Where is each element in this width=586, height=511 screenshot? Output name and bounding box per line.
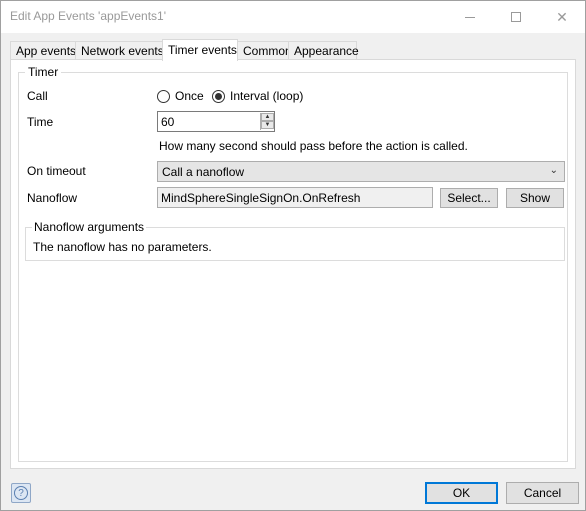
on-timeout-value: Call a nanoflow <box>162 165 245 179</box>
ok-button[interactable]: OK <box>425 482 498 504</box>
spin-up-icon[interactable]: ▲ <box>261 113 274 121</box>
call-once-radio[interactable] <box>157 90 170 103</box>
select-nanoflow-button[interactable]: Select... <box>440 188 498 208</box>
dialog-window: Edit App Events 'appEvents1' ✕ App event… <box>0 0 586 511</box>
time-label: Time <box>27 115 54 129</box>
window-title: Edit App Events 'appEvents1' <box>10 9 167 23</box>
call-once-label[interactable]: Once <box>175 89 204 103</box>
help-icon: ? <box>14 486 28 500</box>
call-interval-label[interactable]: Interval (loop) <box>230 89 303 103</box>
time-spinner[interactable]: ▲ ▼ <box>260 113 274 130</box>
show-nanoflow-button[interactable]: Show <box>506 188 564 208</box>
minimize-button[interactable] <box>447 1 493 33</box>
tab-appearance[interactable]: Appearance <box>288 41 359 60</box>
maximize-icon <box>511 12 521 22</box>
on-timeout-select[interactable]: Call a nanoflow ⌄ <box>157 161 565 182</box>
chevron-down-icon: ⌄ <box>549 165 558 176</box>
nanoflow-arguments-text: The nanoflow has no parameters. <box>33 240 212 254</box>
nanoflow-label: Nanoflow <box>27 191 78 205</box>
nanoflow-value: MindSphereSingleSignOn.OnRefresh <box>161 191 361 205</box>
minimize-icon <box>465 16 475 18</box>
nanoflow-arguments-group: Nanoflow arguments The nanoflow has no p… <box>25 220 565 261</box>
timer-group: Timer Call Once Interval (loop) Time 60 … <box>18 65 568 462</box>
maximize-button[interactable] <box>493 1 539 33</box>
nanoflow-field[interactable]: MindSphereSingleSignOn.OnRefresh <box>157 187 433 208</box>
close-button[interactable]: ✕ <box>539 1 585 33</box>
cancel-button[interactable]: Cancel <box>506 482 579 504</box>
call-label: Call <box>27 89 48 103</box>
time-help-text: How many second should pass before the a… <box>159 139 468 153</box>
spin-down-icon[interactable]: ▼ <box>261 121 274 129</box>
on-timeout-label: On timeout <box>27 164 86 178</box>
time-value: 60 <box>161 115 175 129</box>
tab-panel-timer-events: Timer Call Once Interval (loop) Time 60 … <box>10 59 576 469</box>
time-input[interactable]: 60 <box>157 111 275 132</box>
close-icon: ✕ <box>556 8 568 25</box>
help-button[interactable]: ? <box>11 483 31 503</box>
nanoflow-arguments-label: Nanoflow arguments <box>32 220 147 234</box>
tab-timer-events[interactable]: Timer events <box>162 39 238 61</box>
tab-app-events[interactable]: App events <box>10 41 76 60</box>
timer-group-label: Timer <box>25 65 62 79</box>
tab-network-events[interactable]: Network events <box>75 41 164 60</box>
tab-common[interactable]: Common <box>237 41 292 60</box>
title-bar[interactable]: Edit App Events 'appEvents1' ✕ <box>1 1 585 33</box>
call-interval-radio[interactable] <box>212 90 225 103</box>
